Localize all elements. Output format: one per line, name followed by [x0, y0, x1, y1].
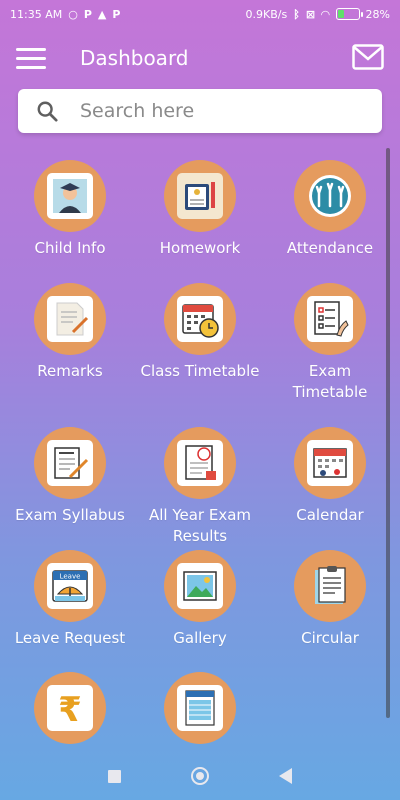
tile-label: Remarks [37, 362, 103, 380]
exam-syllabus-icon [47, 440, 93, 486]
bluetooth-icon: ᛒ [293, 7, 300, 21]
page-title: Dashboard [80, 46, 189, 70]
tile-homework[interactable]: Homework [130, 160, 270, 259]
p-icon: P [112, 7, 121, 21]
tile-leave-request[interactable]: Leave Leave Request [0, 550, 140, 649]
notification-p-icon: ○ [68, 7, 78, 21]
tile-label: Child Info [34, 239, 106, 257]
leave-request-icon: Leave [47, 563, 93, 609]
search-icon [37, 101, 58, 122]
tile-class-timetable[interactable]: Class Timetable [130, 283, 270, 382]
tile-label: Homework [159, 239, 241, 257]
system-navigation-bar [0, 752, 400, 800]
status-time: 11:35 AM [10, 7, 63, 21]
tile-receipt[interactable] [130, 672, 270, 750]
tile-circular[interactable]: Circular [260, 550, 400, 649]
child-info-icon [47, 173, 93, 219]
tile-exam-timetable[interactable]: Exam Timetable [260, 283, 400, 403]
tile-child-info[interactable]: Child Info [0, 160, 140, 259]
home-icon[interactable] [191, 767, 209, 785]
tile-label: Gallery [173, 629, 227, 647]
class-timetable-icon [177, 296, 223, 342]
gallery-icon [177, 563, 223, 609]
wifi-icon: ◠ [321, 7, 330, 21]
calendar-icon [307, 440, 353, 486]
tile-label: Exam Syllabus [15, 506, 125, 524]
search-bar[interactable] [18, 89, 382, 133]
tile-label: Exam Timetable [292, 362, 368, 401]
tile-gallery[interactable]: Gallery [130, 550, 270, 649]
back-icon[interactable] [279, 768, 292, 784]
recents-icon[interactable] [108, 769, 121, 783]
attendance-icon [307, 173, 353, 219]
tile-label: Circular [301, 629, 359, 647]
receipt-icon [177, 685, 223, 731]
tile-label: Class Timetable [140, 362, 260, 380]
app-bar: Dashboard [0, 36, 400, 80]
circular-icon [307, 563, 353, 609]
tile-exam-results[interactable]: All Year Exam Results [130, 427, 270, 547]
scrollbar[interactable] [386, 148, 390, 718]
remarks-icon [47, 296, 93, 342]
battery-level: 28% [365, 7, 390, 21]
sim-icon: ⊠ [305, 7, 316, 21]
svg-text:Leave: Leave [60, 573, 81, 581]
mail-icon[interactable] [352, 44, 384, 70]
network-speed: 0.9KB/s [245, 7, 288, 21]
homework-icon [177, 173, 223, 219]
tile-label: Calendar [296, 506, 364, 524]
tile-remarks[interactable]: Remarks [0, 283, 140, 382]
menu-icon[interactable] [16, 48, 46, 70]
p-icon: P [83, 7, 92, 21]
tile-calendar[interactable]: Calendar [260, 427, 400, 526]
warning-icon: ▲ [97, 7, 107, 21]
svg-text:₹: ₹ [58, 690, 82, 728]
exam-timetable-icon [307, 296, 353, 342]
battery-icon [335, 8, 363, 20]
tile-attendance[interactable]: Attendance [260, 160, 400, 259]
exam-results-icon [177, 440, 223, 486]
search-input[interactable] [80, 100, 340, 122]
status-bar: 11:35 AM ○ P ▲ P 0.9KB/s ᛒ ⊠ ◠ 28% [0, 0, 400, 28]
rupee-icon: ₹ [47, 685, 93, 731]
tile-label: All Year Exam Results [148, 506, 252, 545]
tile-label: Attendance [286, 239, 374, 257]
tile-label: Leave Request [14, 629, 126, 647]
tile-fees[interactable]: ₹ [0, 672, 140, 750]
tile-exam-syllabus[interactable]: Exam Syllabus [0, 427, 140, 526]
